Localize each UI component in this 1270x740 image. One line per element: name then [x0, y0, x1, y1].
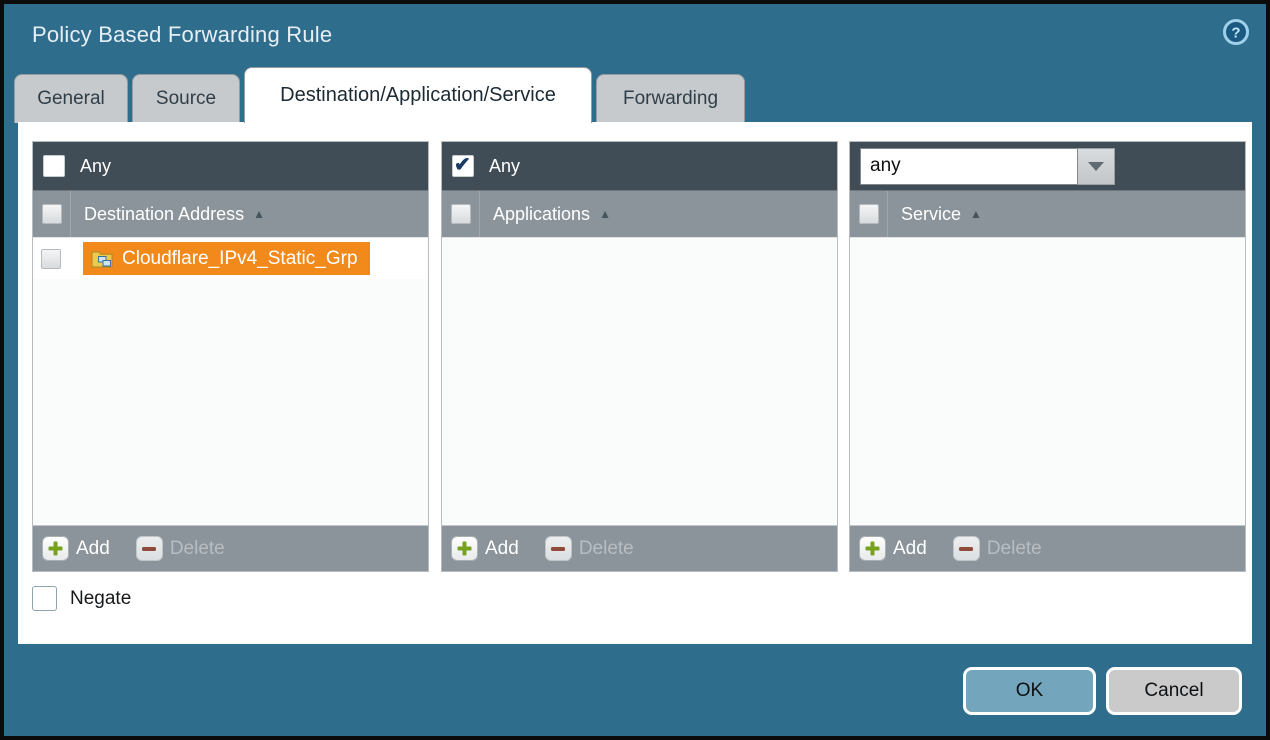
destination-any-bar: ✔ Any	[33, 142, 428, 190]
negate-label: Negate	[70, 588, 131, 610]
sort-asc-icon[interactable]: ▲	[253, 207, 265, 221]
service-delete-button[interactable]: Delete	[953, 536, 1042, 561]
service-header-row: Service ▲	[850, 190, 1245, 237]
service-dropdown-value[interactable]: any	[860, 148, 1078, 185]
applications-header-row: Applications ▲	[442, 190, 837, 237]
table-row[interactable]: Cloudflare_IPv4_Static_Grp	[33, 238, 428, 279]
dialog-title: Policy Based Forwarding Rule	[32, 22, 332, 48]
service-any-bar: any	[850, 142, 1245, 190]
minus-icon	[136, 536, 163, 561]
row-label: Cloudflare_IPv4_Static_Grp	[122, 248, 358, 270]
service-footer: Add Delete	[850, 525, 1245, 571]
plus-icon	[859, 536, 886, 561]
destination-delete-button[interactable]: Delete	[136, 536, 225, 561]
destination-any-checkbox[interactable]: ✔	[43, 155, 65, 177]
applications-any-label: Any	[489, 156, 520, 177]
service-panel: any Service ▲ Add	[849, 141, 1246, 572]
pbf-rule-dialog: Policy Based Forwarding Rule ? General S…	[4, 4, 1266, 736]
destination-address-list: Cloudflare_IPv4_Static_Grp	[33, 237, 428, 525]
applications-footer: Add Delete	[442, 525, 837, 571]
sort-asc-icon[interactable]: ▲	[970, 207, 982, 221]
tab-content-panel: ✔ Any Destination Address ▲	[18, 122, 1252, 644]
negate-checkbox[interactable]	[32, 586, 57, 611]
negate-row: Negate	[32, 586, 131, 611]
destination-select-all-checkbox[interactable]	[42, 204, 62, 224]
screenshot-frame: Policy Based Forwarding Rule ? General S…	[0, 0, 1270, 740]
applications-add-button[interactable]: Add	[451, 536, 519, 561]
destination-address-panel: ✔ Any Destination Address ▲	[32, 141, 429, 572]
address-group-icon	[91, 249, 113, 268]
chevron-down-icon[interactable]	[1078, 148, 1115, 185]
destination-add-button[interactable]: Add	[42, 536, 110, 561]
destination-address-header-row: Destination Address ▲	[33, 190, 428, 237]
selected-address-cell[interactable]: Cloudflare_IPv4_Static_Grp	[83, 242, 370, 275]
minus-icon	[545, 536, 572, 561]
plus-icon	[42, 536, 69, 561]
applications-any-bar: ✔ Any	[442, 142, 837, 190]
ok-button[interactable]: OK	[963, 667, 1096, 715]
applications-panel: ✔ Any Applications ▲ Add	[441, 141, 838, 572]
row-checkbox[interactable]	[41, 249, 61, 269]
tab-general[interactable]: General	[14, 74, 128, 123]
sort-asc-icon[interactable]: ▲	[599, 207, 611, 221]
service-column-header[interactable]: Service	[901, 204, 961, 225]
destination-address-column-header[interactable]: Destination Address	[84, 204, 244, 225]
service-add-button[interactable]: Add	[859, 536, 927, 561]
cancel-button[interactable]: Cancel	[1106, 667, 1242, 715]
service-select-all-checkbox[interactable]	[859, 204, 879, 224]
tab-source[interactable]: Source	[132, 74, 240, 123]
applications-select-all-checkbox[interactable]	[451, 204, 471, 224]
tab-destination-application-service[interactable]: Destination/Application/Service	[244, 67, 592, 123]
applications-delete-button[interactable]: Delete	[545, 536, 634, 561]
applications-list	[442, 237, 837, 525]
applications-any-checkbox[interactable]: ✔	[452, 155, 474, 177]
tab-forwarding[interactable]: Forwarding	[596, 74, 745, 123]
minus-icon	[953, 536, 980, 561]
applications-column-header[interactable]: Applications	[493, 204, 590, 225]
service-list	[850, 237, 1245, 525]
service-dropdown[interactable]: any	[860, 148, 1115, 185]
svg-text:?: ?	[1231, 25, 1240, 42]
plus-icon	[451, 536, 478, 561]
destination-footer: Add Delete	[33, 525, 428, 571]
help-icon[interactable]: ?	[1222, 18, 1250, 46]
checkmark-icon: ✔	[454, 152, 471, 177]
destination-any-label: Any	[80, 156, 111, 177]
